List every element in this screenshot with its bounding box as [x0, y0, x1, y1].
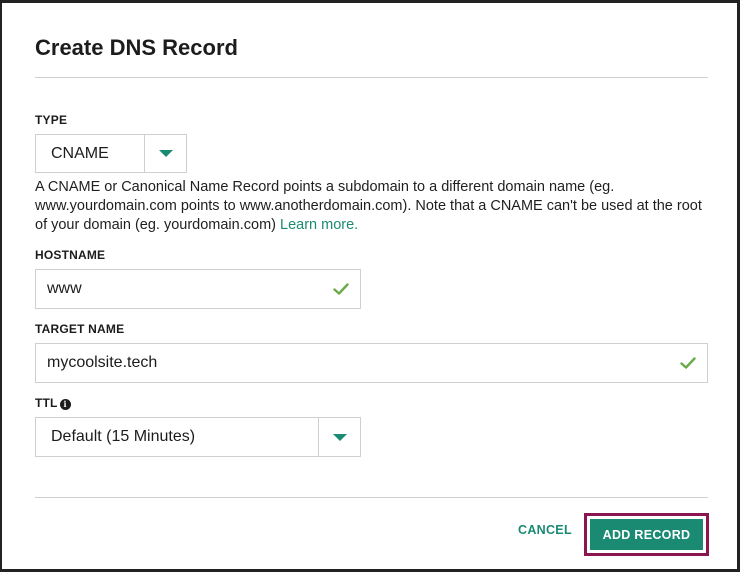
ttl-dropdown-toggle[interactable]	[318, 418, 360, 456]
hostname-label: HOSTNAME	[35, 248, 106, 262]
target-name-field[interactable]: mycoolsite.tech	[35, 343, 708, 383]
type-select-value: CNAME	[51, 144, 109, 162]
hostname-value: www	[47, 280, 82, 297]
check-icon	[333, 283, 349, 295]
type-description-text: A CNAME or Canonical Name Record points …	[35, 179, 702, 233]
hostname-field[interactable]: www	[35, 269, 361, 309]
dialog-title: Create DNS Record	[35, 35, 238, 60]
ttl-label: TTL	[35, 396, 58, 410]
type-select[interactable]: CNAME	[35, 134, 187, 173]
create-dns-record-dialog: Create DNS Record TYPE CNAME A CNAME or …	[2, 3, 737, 569]
add-record-highlight: ADD RECORD	[584, 513, 709, 556]
ttl-select-value: Default (15 Minutes)	[51, 428, 196, 445]
info-icon[interactable]: i	[59, 399, 71, 410]
chevron-down-icon	[332, 433, 347, 441]
type-label: TYPE	[35, 113, 68, 127]
check-icon	[680, 357, 696, 369]
header-divider	[35, 77, 708, 78]
type-description: A CNAME or Canonical Name Record points …	[35, 178, 715, 235]
ttl-select[interactable]: Default (15 Minutes)	[35, 417, 361, 457]
target-name-label: TARGET NAME	[35, 322, 125, 336]
footer-divider	[35, 497, 708, 498]
target-name-value: mycoolsite.tech	[47, 354, 158, 371]
cancel-button[interactable]: CANCEL	[518, 523, 572, 537]
learn-more-link[interactable]: Learn more.	[280, 217, 358, 233]
add-record-button[interactable]: ADD RECORD	[590, 519, 703, 550]
ttl-label-row: TTL i	[35, 396, 71, 410]
type-dropdown-toggle[interactable]	[144, 135, 186, 172]
chevron-down-icon	[158, 150, 173, 157]
